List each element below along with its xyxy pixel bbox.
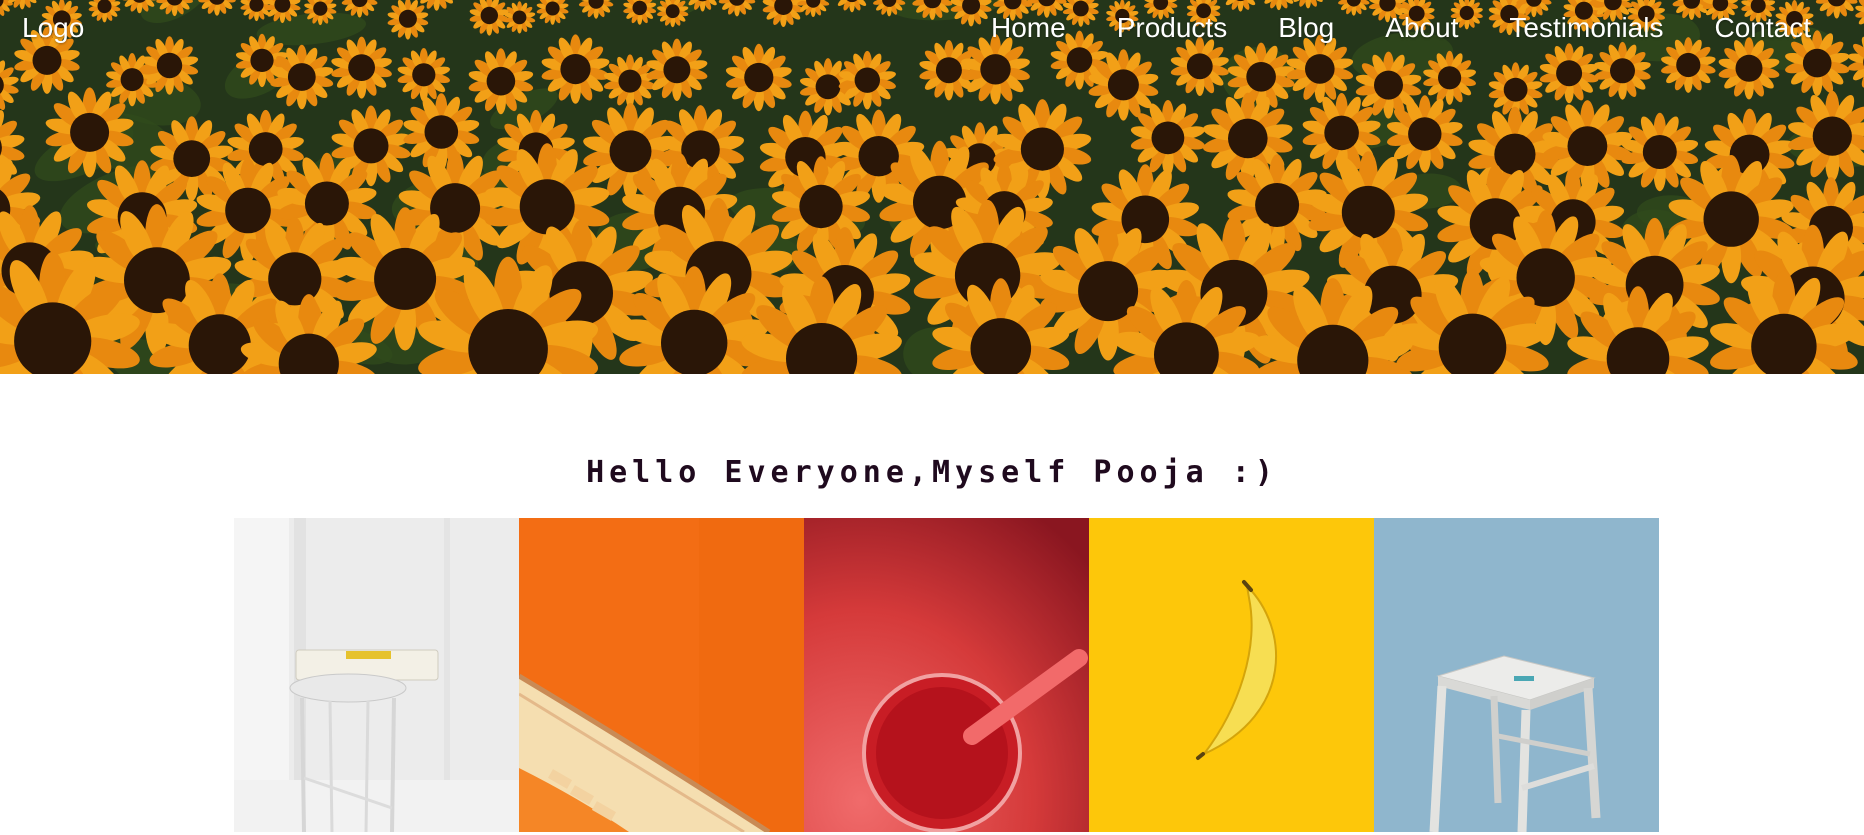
nav-about[interactable]: About	[1385, 12, 1458, 44]
gallery-image-orange-stairs[interactable]	[519, 518, 804, 832]
banana-image	[1089, 518, 1374, 832]
nav-home[interactable]: Home	[991, 12, 1066, 44]
gallery-image-blue-stool[interactable]	[1374, 518, 1659, 832]
gallery-image-banana[interactable]	[1089, 518, 1374, 832]
image-gallery	[234, 518, 1659, 832]
white-stool-image	[234, 518, 519, 832]
gallery-image-red-juice[interactable]	[804, 518, 1089, 832]
nav-blog[interactable]: Blog	[1278, 12, 1334, 44]
hero-banner: Logo Home Products Blog About Testimonia…	[0, 0, 1864, 374]
red-juice-image	[804, 518, 1089, 832]
sunflower-field-image	[0, 0, 1864, 374]
nav-testimonials[interactable]: Testimonials	[1509, 12, 1663, 44]
gallery-image-white-stool[interactable]	[234, 518, 519, 832]
nav-products[interactable]: Products	[1117, 12, 1228, 44]
main-navigation: Home Products Blog About Testimonials Co…	[991, 12, 1811, 44]
greeting-heading: Hello Everyone,Myself Pooja :)	[586, 455, 1278, 490]
blue-stool-image	[1374, 518, 1659, 832]
logo-link[interactable]: Logo	[22, 12, 84, 44]
orange-stairs-image	[519, 518, 804, 832]
nav-contact[interactable]: Contact	[1714, 12, 1811, 44]
